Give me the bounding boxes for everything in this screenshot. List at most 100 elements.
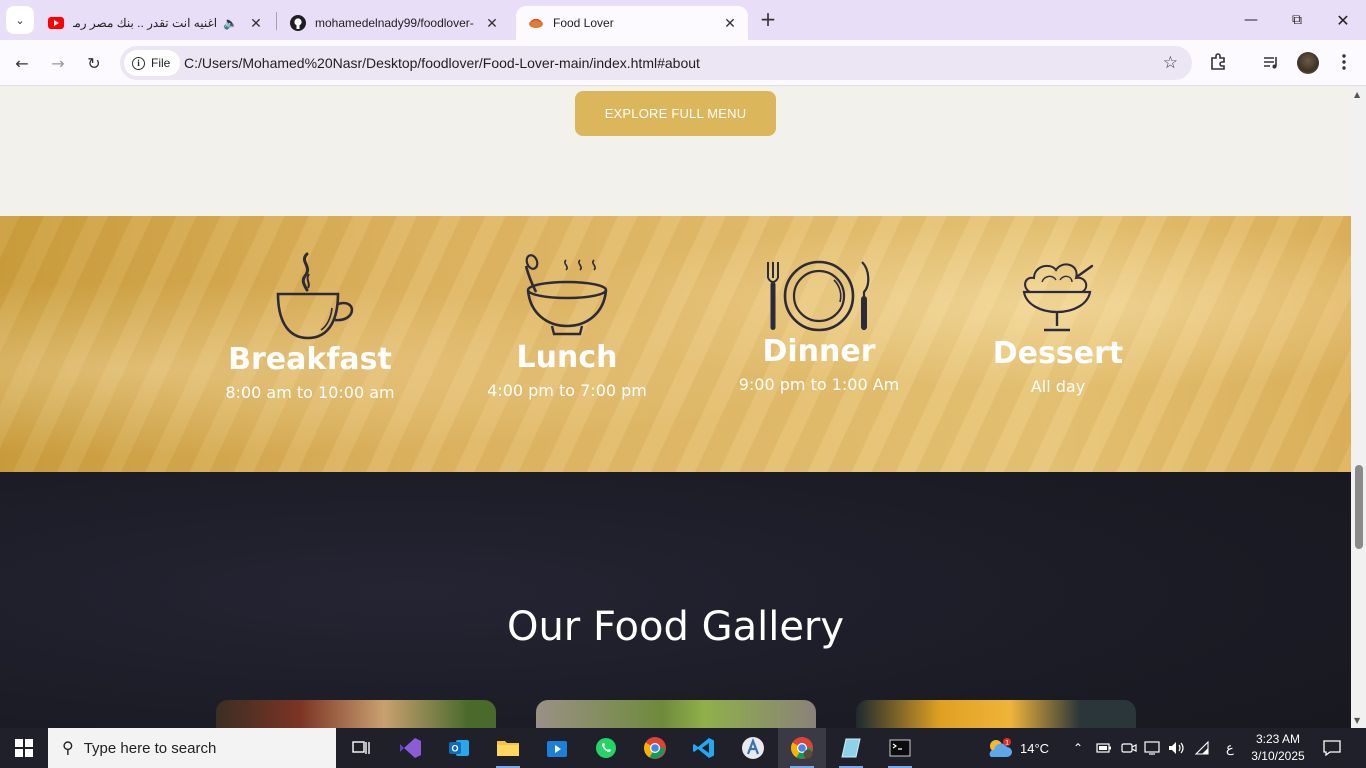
- weather-widget[interactable]: 1 14°C: [985, 728, 1049, 768]
- profile-avatar[interactable]: [1297, 52, 1319, 74]
- folder-icon: [497, 741, 519, 756]
- windows-taskbar: ⚲ Type here to search O 1 14°C ⌃ ع 3:23 …: [0, 728, 1366, 768]
- scrollbar-thumb[interactable]: [1355, 465, 1363, 549]
- whatsapp-app[interactable]: [582, 728, 630, 768]
- browser-toolbar: ← → ↻ i File C:/Users/Mohamed%20Nasr/Des…: [0, 40, 1366, 86]
- url-text[interactable]: C:/Users/Mohamed%20Nasr/Desktop/foodlove…: [184, 46, 700, 80]
- youtube-icon: [48, 15, 64, 31]
- start-button[interactable]: [0, 728, 48, 768]
- address-bar[interactable]: i File C:/Users/Mohamed%20Nasr/Desktop/f…: [120, 46, 1192, 80]
- taskbar-search[interactable]: ⚲ Type here to search: [48, 728, 336, 768]
- search-placeholder: Type here to search: [83, 739, 217, 757]
- notepad-app[interactable]: [827, 728, 875, 768]
- video-player-icon: [547, 741, 567, 757]
- tab-github[interactable]: mohamedelnady99/foodlover- ✕: [278, 6, 510, 40]
- camera-icon[interactable]: [1121, 728, 1137, 768]
- task-view-button[interactable]: [337, 728, 385, 768]
- minimize-button[interactable]: —: [1228, 0, 1274, 40]
- arrow-left-icon: ←: [15, 53, 29, 73]
- explore-full-menu-button[interactable]: EXPLORE FULL MENU: [575, 91, 776, 136]
- tab-divider: [276, 12, 277, 30]
- coffee-cup-icon: [276, 252, 354, 340]
- close-tab-icon[interactable]: ✕: [248, 15, 264, 32]
- tab-food-lover[interactable]: Food Lover ✕: [516, 6, 748, 40]
- new-tab-button[interactable]: +: [756, 8, 780, 32]
- hours-name: Dessert: [992, 336, 1124, 371]
- hours-item-breakfast: Breakfast 8:00 am to 10:00 am: [190, 250, 430, 402]
- reload-button[interactable]: ↻: [80, 49, 108, 77]
- tab-title: mohamedelnady99/foodlover-: [315, 16, 474, 30]
- android-studio-app[interactable]: [729, 728, 777, 768]
- arrow-right-icon: →: [51, 53, 65, 73]
- battery-icon[interactable]: [1096, 728, 1112, 768]
- page-viewport: EXPLORE FULL MENU Breakfast 8:00 am to 1…: [0, 87, 1351, 728]
- scroll-down-icon[interactable]: ▼: [1354, 716, 1360, 725]
- notepad-icon: [841, 738, 861, 758]
- tab-title: Food Lover: [553, 16, 614, 30]
- outlook-app[interactable]: O: [435, 728, 483, 768]
- vscode-app[interactable]: [680, 728, 728, 768]
- screen-capture-icon[interactable]: [1144, 728, 1160, 768]
- terminal-icon: [889, 739, 911, 757]
- hours-time: 4:00 pm to 7:00 pm: [487, 381, 647, 400]
- gallery-image-1[interactable]: [216, 700, 496, 728]
- extensions-icon[interactable]: [1206, 50, 1230, 74]
- chevron-down-icon: ⌄: [15, 13, 25, 27]
- clock-time: 3:23 AM: [1255, 732, 1301, 746]
- show-hidden-icons-button[interactable]: ⌃: [1073, 728, 1083, 768]
- notification-center-button[interactable]: [1322, 728, 1342, 768]
- system-clock[interactable]: 3:23 AM 3/10/2025: [1246, 731, 1310, 765]
- tab-search-button[interactable]: ⌄: [6, 6, 34, 34]
- forward-button[interactable]: →: [44, 49, 72, 77]
- wifi-icon[interactable]: [1194, 728, 1210, 768]
- site-info-chip[interactable]: i File: [124, 50, 181, 76]
- tab-youtube[interactable]: اغنيه انت تقدر .. بنك مصر رمد 🔈 ✕: [36, 6, 274, 40]
- input-language-indicator[interactable]: ع: [1226, 728, 1234, 768]
- svg-text:1: 1: [1005, 740, 1009, 747]
- menu-kebab-icon[interactable]: [1332, 50, 1356, 74]
- notification-icon: [1323, 740, 1341, 757]
- hours-name: Breakfast: [228, 342, 392, 377]
- hours-time: 8:00 am to 10:00 am: [225, 383, 395, 402]
- android-studio-icon: [742, 737, 764, 759]
- chrome-active-app[interactable]: [778, 728, 826, 768]
- hours-time: 9:00 pm to 1:00 Am: [738, 375, 900, 394]
- visual-studio-icon: [400, 738, 421, 758]
- gallery-title: Our Food Gallery: [506, 604, 845, 650]
- media-control-icon[interactable]: [1259, 50, 1283, 74]
- close-tab-icon[interactable]: ✕: [722, 15, 738, 32]
- close-tab-icon[interactable]: ✕: [484, 15, 500, 32]
- github-icon: [290, 15, 306, 31]
- outlook-icon: O: [449, 740, 469, 756]
- plate-cutlery-icon: [767, 260, 870, 332]
- scroll-up-icon[interactable]: ▲: [1354, 90, 1360, 99]
- restore-button[interactable]: ⧉: [1274, 0, 1320, 40]
- gallery-image-2[interactable]: [536, 700, 816, 728]
- opening-hours-section: Breakfast 8:00 am to 10:00 am Lunch 4:00…: [0, 216, 1351, 472]
- back-button[interactable]: ←: [8, 49, 36, 77]
- browser-tab-strip: ⌄ اغنيه انت تقدر .. بنك مصر رمد 🔈 ✕ moha…: [0, 0, 1366, 40]
- weather-cloud-sun-icon: 1: [989, 738, 1012, 757]
- chrome-icon: [644, 737, 666, 759]
- chevron-up-icon: ⌃: [1073, 741, 1084, 755]
- page-scrollbar[interactable]: ▲ ▼: [1351, 87, 1366, 728]
- food-gallery-section: Our Food Gallery: [0, 472, 1351, 728]
- speaker-icon[interactable]: 🔈: [223, 16, 238, 30]
- hours-name: Lunch: [516, 340, 618, 375]
- close-window-button[interactable]: ✕: [1320, 0, 1366, 40]
- chrome-app[interactable]: [631, 728, 679, 768]
- clock-date: 3/10/2025: [1251, 749, 1305, 763]
- food-favicon-icon: [528, 15, 544, 31]
- terminal-app[interactable]: [876, 728, 924, 768]
- visual-studio-app[interactable]: [386, 728, 434, 768]
- bookmark-star-icon[interactable]: ☆: [1163, 53, 1178, 73]
- vscode-icon: [693, 738, 714, 758]
- media-player-app[interactable]: [533, 728, 581, 768]
- gallery-image-3[interactable]: [856, 700, 1136, 728]
- hours-item-lunch: Lunch 4:00 pm to 7:00 pm: [447, 254, 687, 400]
- svg-text:O: O: [451, 744, 458, 754]
- file-explorer-app[interactable]: [484, 728, 532, 768]
- tab-title: اغنيه انت تقدر .. بنك مصر رمد: [73, 16, 218, 30]
- hours-item-dessert: Dessert All day: [938, 258, 1178, 396]
- volume-icon[interactable]: [1168, 728, 1186, 768]
